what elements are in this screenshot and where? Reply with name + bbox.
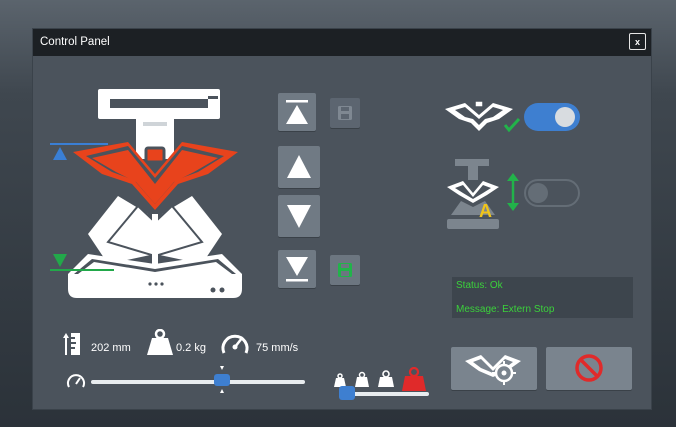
control-panel-window: Control Panel x A Status: Ok Message: Ex… [33, 29, 651, 409]
window-title: Control Panel [40, 36, 110, 48]
auto-height-icon: A [447, 159, 519, 229]
save-top-button[interactable] [330, 98, 360, 128]
weight-value: 0.2 kg [176, 342, 206, 354]
move-to-bottom-icon [286, 257, 308, 282]
move-to-bottom-button[interactable] [278, 250, 316, 288]
move-to-top-icon [286, 100, 308, 124]
message-text: Message: Extern Stop [456, 304, 555, 315]
height-ruler-icon [63, 333, 80, 355]
speed-small-icon [67, 374, 85, 388]
auto-center-toggle[interactable] [524, 103, 580, 131]
stop-button[interactable] [546, 347, 632, 390]
scan-button[interactable] [451, 347, 537, 390]
save-icon [338, 106, 352, 120]
weight-slider-thumb[interactable] [339, 386, 355, 400]
move-down-button[interactable] [278, 195, 320, 237]
save-bottom-button[interactable] [330, 255, 360, 285]
arrow-up-icon [287, 155, 311, 178]
status-text: Status: Ok [456, 280, 503, 291]
stop-icon [575, 354, 603, 382]
speed-slider[interactable] [91, 380, 305, 384]
weight-icon [147, 329, 173, 355]
book-scanner-illustration [50, 89, 242, 298]
svg-text:A: A [479, 201, 492, 221]
speedometer-icon [221, 334, 249, 354]
save-icon [338, 263, 352, 277]
glass-plate-auto-icon [445, 100, 521, 133]
title-bar: Control Panel x [33, 29, 651, 56]
close-button[interactable]: x [629, 33, 646, 50]
height-value: 202 mm [91, 342, 131, 354]
arrow-down-icon [287, 205, 311, 228]
move-up-button[interactable] [278, 146, 320, 188]
speed-value: 75 mm/s [256, 342, 299, 354]
auto-height-toggle[interactable] [524, 179, 580, 207]
toggle-knob [555, 107, 575, 127]
speed-slider-thumb[interactable] [213, 366, 230, 393]
camera-target-icon [465, 355, 521, 385]
status-box: Status: Ok Message: Extern Stop [452, 277, 633, 318]
check-icon [503, 117, 521, 133]
move-to-top-button[interactable] [278, 93, 316, 131]
toggle-knob [528, 183, 548, 203]
